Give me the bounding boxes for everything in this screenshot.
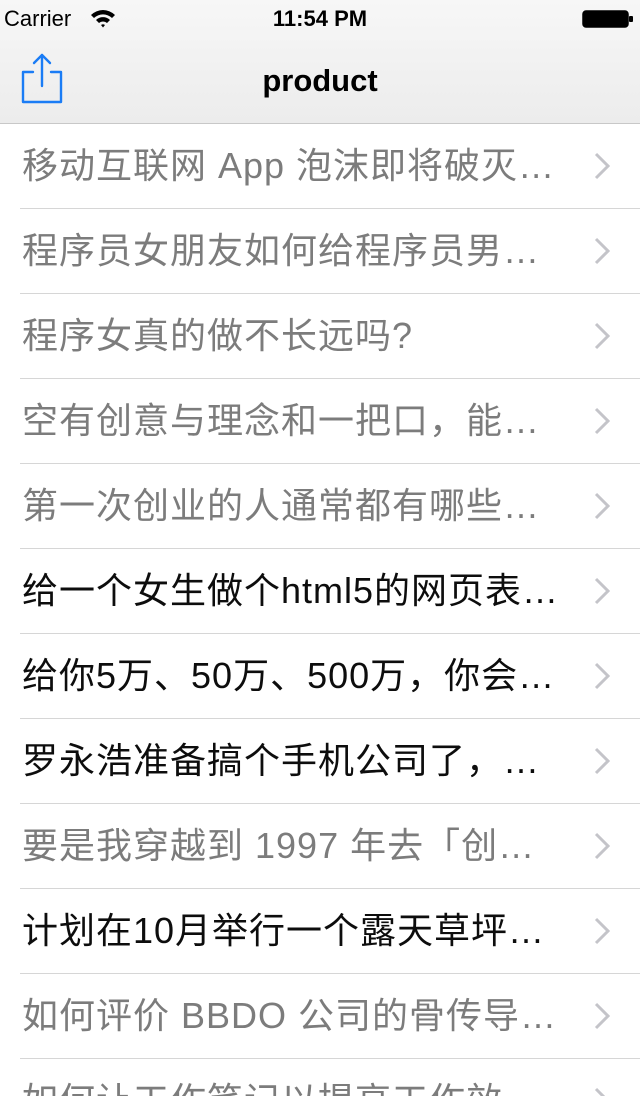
article-list: 移动互联网 App 泡沫即将破灭了吗？ 程序员女朋友如何给程序员男友惊喜？ 程序…: [0, 124, 640, 1096]
top-bar: Carrier 11:54 PM product: [0, 0, 640, 124]
list-item-title: 程序员女朋友如何给程序员男友惊喜？: [22, 230, 570, 271]
list-item[interactable]: 要是我穿越到 1997 年去「创业」会怎样？: [0, 804, 640, 889]
list-item[interactable]: 如何评价 BBDO 公司的骨传导广告？: [0, 974, 640, 1059]
chevron-right-icon: [594, 1087, 606, 1096]
list-item-title: 程序女真的做不长远吗?: [22, 315, 414, 356]
list-item[interactable]: 给你5万、50万、500万，你会怎么创业？: [0, 634, 640, 719]
list-item-title: 给一个女生做个html5的网页表白？: [22, 570, 570, 611]
chevron-right-icon: [594, 662, 610, 690]
navigation-bar: product: [0, 40, 640, 124]
chevron-right-icon: [594, 322, 610, 350]
list-item[interactable]: 空有创意与理念和一把口，能创业吗？: [0, 379, 640, 464]
status-time: 11:54 PM: [272, 6, 368, 31]
list-item-title: 如何让工作笔记以提高工作效率？: [22, 1059, 570, 1096]
list-item-title: 空有创意与理念和一把口，能创业吗？: [22, 400, 570, 441]
chevron-right-icon: [594, 407, 610, 435]
list-item[interactable]: 第一次创业的人通常都有哪些误区？: [0, 464, 640, 549]
list-item-title: 给你5万、50万、500万，你会怎么创业？: [22, 655, 570, 696]
list-item[interactable]: 程序女真的做不长远吗?: [0, 294, 640, 379]
chevron-right-icon: [594, 747, 610, 775]
list-item[interactable]: 如何让工作笔记以提高工作效率？: [0, 1059, 640, 1096]
chevron-right-icon: [594, 832, 610, 860]
list-item-title: 要是我穿越到 1997 年去「创业」会怎样？: [22, 825, 570, 866]
chevron-right-icon: [594, 577, 610, 605]
chevron-right-icon: [594, 1002, 610, 1030]
list-item[interactable]: 给一个女生做个html5的网页表白？: [0, 549, 640, 634]
list-item[interactable]: 罗永浩准备搞个手机公司了，靠谱吗？: [0, 719, 640, 804]
list-item[interactable]: 移动互联网 App 泡沫即将破灭了吗？: [0, 124, 640, 209]
list-item-title: 第一次创业的人通常都有哪些误区？: [22, 485, 570, 526]
phone-screen: Carrier 11:54 PM product 移动互联网 App 泡沫即将破…: [0, 0, 640, 1096]
list-item-title: 移动互联网 App 泡沫即将破灭了吗？: [22, 145, 570, 186]
list-item[interactable]: 程序员女朋友如何给程序员男友惊喜？: [0, 209, 640, 294]
list-item-title: 如何评价 BBDO 公司的骨传导广告？: [22, 995, 570, 1036]
status-bar: Carrier 11:54 PM: [0, 0, 640, 40]
page-title: product: [262, 63, 378, 98]
chevron-right-icon: [594, 917, 610, 945]
list-item-title: 罗永浩准备搞个手机公司了，靠谱吗？: [22, 740, 570, 781]
chevron-right-icon: [594, 237, 610, 265]
list-item[interactable]: 计划在10月举行一个露天草坪音乐会？: [0, 889, 640, 974]
chevron-right-icon: [594, 492, 610, 520]
battery-icon: [582, 10, 633, 28]
list-item-title: 计划在10月举行一个露天草坪音乐会？: [22, 910, 570, 951]
chevron-right-icon: [594, 152, 610, 180]
